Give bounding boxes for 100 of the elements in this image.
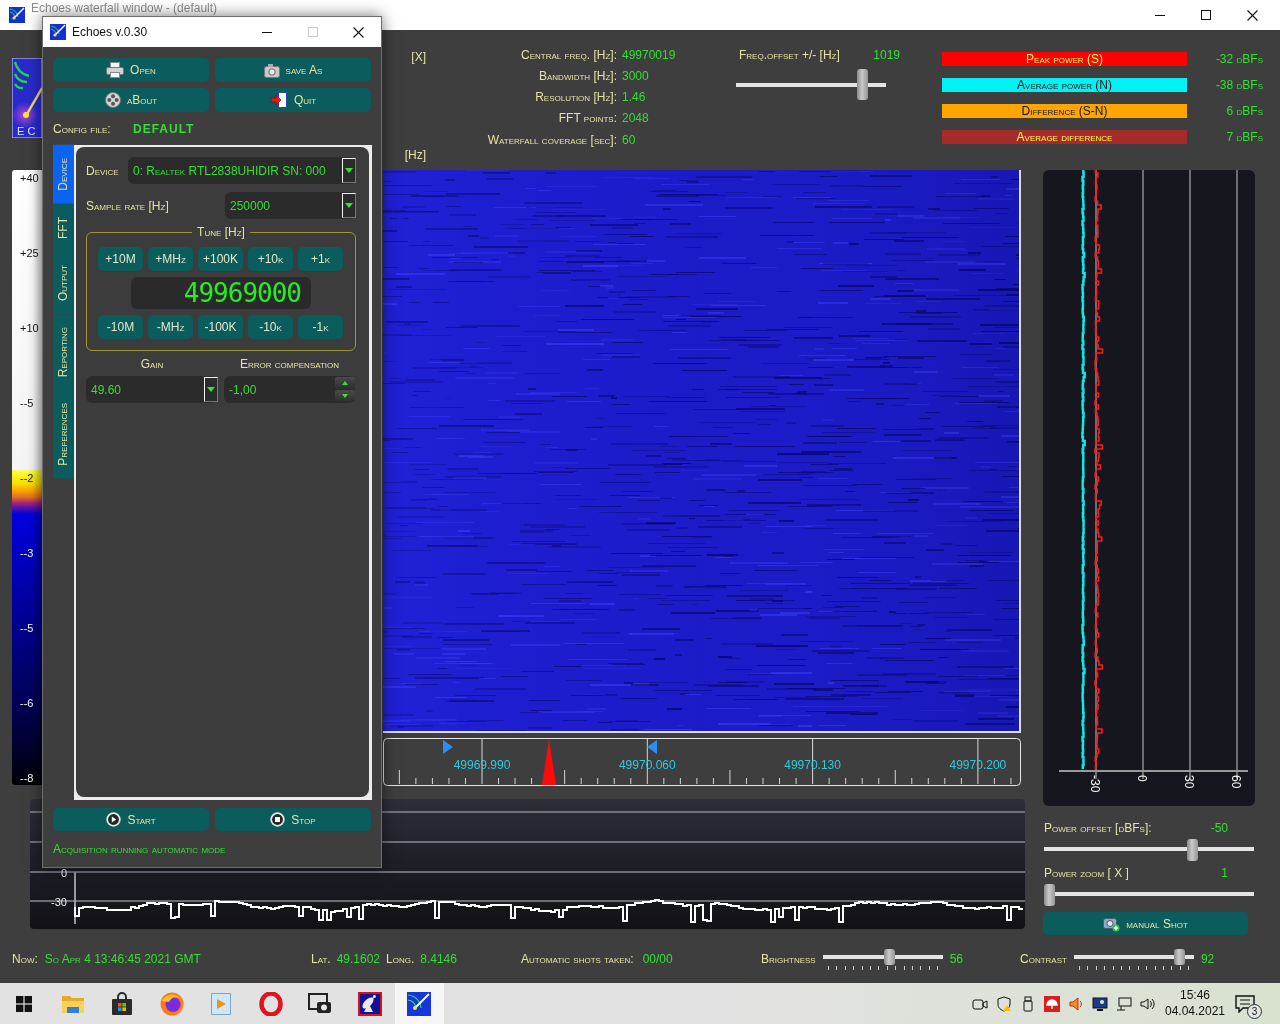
usb-drive-icon[interactable]: [1020, 995, 1036, 1012]
app-logo: E C: [12, 58, 42, 138]
dropdown-button[interactable]: [342, 158, 356, 183]
scale-label: +25: [20, 247, 40, 260]
scale-label: +10: [20, 322, 40, 335]
film-reel-icon: [104, 92, 121, 108]
parameter-label: Central freq. [Hz]:: [521, 47, 617, 62]
frequency-label: 49969.990: [453, 758, 511, 772]
tune-step-button[interactable]: +1k: [298, 247, 343, 271]
decrement-button[interactable]: [335, 390, 355, 402]
axis-label: -30: [51, 896, 67, 908]
folder-icon: [60, 993, 85, 1014]
tune-step-button[interactable]: -1k: [298, 315, 343, 339]
start-button[interactable]: Start: [53, 808, 209, 831]
longitude-value: 8.4146: [420, 952, 457, 966]
axis-label: 0: [1136, 775, 1148, 782]
legend-label: Average difference: [942, 130, 1187, 144]
parameter-value: 60: [622, 132, 637, 147]
slider-handle[interactable]: [1187, 839, 1199, 861]
tune-step-button[interactable]: +MHz: [148, 247, 193, 271]
tune-step-button[interactable]: +100K: [198, 247, 243, 271]
dropdown-button[interactable]: [204, 377, 218, 402]
unit-label: [X]: [411, 50, 426, 64]
close-icon: [1246, 9, 1258, 21]
device-dropdown[interactable]: 0: Realtek RTL2838UHIDIR SN: 000: [128, 157, 356, 184]
comet-icon: [407, 991, 432, 1016]
clock-date[interactable]: 04.04.2021: [1164, 1005, 1226, 1018]
parameter-label: Bandwidth [Hz]:: [539, 68, 617, 83]
vertical-tab[interactable]: FFT: [53, 203, 74, 252]
camera-plus-icon: [1103, 915, 1121, 932]
volume-icon[interactable]: [1140, 995, 1156, 1012]
monitor-icon[interactable]: [1092, 995, 1108, 1012]
notifications-button[interactable]: 3: [1224, 983, 1266, 1024]
freq-offset-label: Freq.offset +/- [Hz]: [739, 47, 840, 62]
save-as-button[interactable]: save As: [215, 58, 371, 82]
stop-button[interactable]: Stop: [215, 808, 371, 831]
stop-icon: [270, 812, 286, 827]
tune-step-button[interactable]: +10k: [248, 247, 293, 271]
increment-button[interactable]: [335, 377, 355, 389]
axis-label: 60: [1230, 775, 1242, 789]
frequency-display: 49969000: [131, 277, 311, 309]
quit-button[interactable]: Quit: [215, 88, 371, 112]
tune-step-button[interactable]: -10M: [98, 315, 143, 339]
comet-icon: [9, 7, 25, 23]
brightness-label: Brightness: [761, 952, 816, 966]
scale-label: --3: [20, 547, 35, 560]
gain-dropdown[interactable]: 49.60: [86, 376, 218, 403]
dropdown-button[interactable]: [342, 193, 356, 218]
caret-up-icon: [342, 381, 348, 385]
power-zoom-value: 1: [1221, 866, 1228, 880]
error-compensation-spinbox[interactable]: -1,00: [224, 376, 355, 403]
vertical-tab[interactable]: Output: [53, 251, 74, 314]
exit-icon: [269, 92, 288, 108]
slider-handle[interactable]: [1174, 948, 1186, 965]
vertical-tab[interactable]: Reporting: [53, 313, 74, 390]
network-icon[interactable]: [1116, 995, 1132, 1012]
slider-handle[interactable]: [883, 948, 895, 965]
power-offset-label: Power offset [dBFs]:: [1044, 821, 1152, 835]
config-file-label: Config file:: [53, 122, 112, 136]
umbrella-icon[interactable]: [1044, 995, 1060, 1012]
shopping-bag-icon: [111, 991, 134, 1016]
triangle-right-icon[interactable]: [443, 740, 453, 754]
legend-value: 6 dBFs: [1226, 104, 1263, 118]
shield-icon[interactable]: [996, 995, 1012, 1012]
open-button[interactable]: Open: [53, 58, 209, 82]
taskbar-app-button[interactable]: [394, 983, 444, 1024]
slider-handle[interactable]: [856, 69, 868, 100]
vertical-tab[interactable]: Preferences: [53, 390, 74, 479]
triangle-left-icon[interactable]: [647, 740, 657, 754]
scale-label: +40: [20, 172, 40, 185]
speaker-icon[interactable]: [1068, 995, 1084, 1012]
tune-step-button[interactable]: +10M: [98, 247, 143, 271]
scale-label: --6: [20, 697, 35, 710]
close-icon: [353, 26, 364, 38]
tune-step-button[interactable]: -MHz: [148, 315, 193, 339]
media-player-icon: [210, 991, 233, 1016]
current-time: So Apr 4 13:46:45 2021 GMT: [44, 952, 201, 966]
message-icon: [1235, 994, 1255, 1013]
slider-handle[interactable]: [1044, 884, 1055, 906]
legend-label: Peak power (S): [942, 52, 1187, 66]
tune-step-button[interactable]: -100K: [198, 315, 243, 339]
clock-time[interactable]: 15:46: [1180, 989, 1210, 1002]
manual-shot-button[interactable]: manual Shot: [1043, 912, 1248, 935]
unit-label: [Hz]: [404, 148, 426, 162]
config-file-name: DEFAULT: [133, 122, 195, 136]
satellite-dish-icon: [357, 991, 382, 1016]
tune-step-button[interactable]: -10k: [248, 315, 293, 339]
latitude-label: Lat.: [311, 952, 331, 966]
about-button[interactable]: aBout: [53, 88, 209, 112]
sample-rate-dropdown[interactable]: 250000: [225, 192, 356, 219]
parameter-label: Resolution [Hz]:: [535, 90, 617, 105]
vertical-tab[interactable]: Device: [53, 145, 74, 204]
legend-label: Average power (N): [942, 78, 1187, 92]
scale-label: --2: [20, 472, 35, 485]
shots-label: Automatic shots taken:: [521, 952, 634, 966]
dialog-title: Echoes v.0.30: [72, 25, 148, 39]
notification-count: 3: [1247, 1004, 1262, 1019]
window-title: Echoes waterfall window - (default): [31, 1, 218, 15]
brightness-value: 56: [949, 952, 964, 966]
axis-label: 30: [1183, 775, 1195, 789]
